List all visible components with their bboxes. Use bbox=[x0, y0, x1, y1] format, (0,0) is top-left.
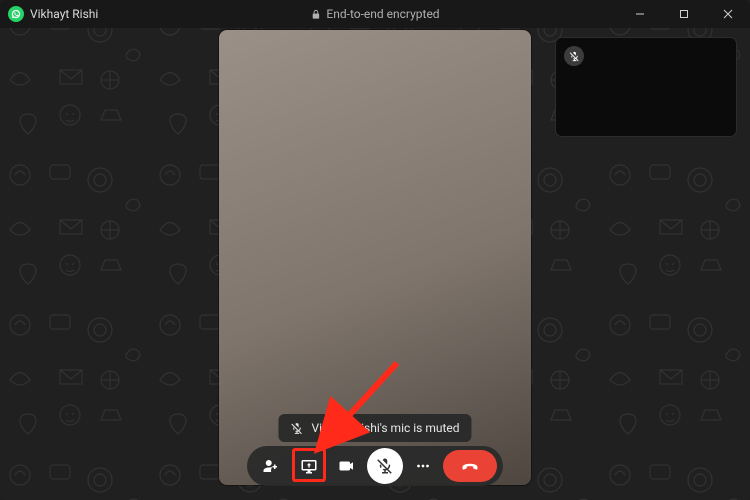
titlebar-left: Vikhayt Rishi bbox=[0, 6, 98, 22]
contact-name: Vikhayt Rishi bbox=[30, 7, 98, 21]
whatsapp-logo-icon bbox=[8, 6, 24, 22]
end-call-button[interactable] bbox=[443, 450, 497, 482]
call-window: Vikhayt Rishi End-to-end encrypted Vikha… bbox=[0, 0, 750, 500]
window-controls bbox=[618, 0, 750, 28]
lock-icon bbox=[310, 9, 321, 20]
add-participant-button[interactable] bbox=[253, 450, 289, 482]
mic-muted-toast: Vikhayt Rishi's mic is muted bbox=[278, 414, 471, 442]
maximize-button[interactable] bbox=[662, 0, 706, 28]
mic-muted-icon bbox=[290, 422, 303, 435]
encryption-indicator: End-to-end encrypted bbox=[310, 7, 439, 21]
toggle-mic-button[interactable] bbox=[367, 448, 403, 484]
toast-text: Vikhayt Rishi's mic is muted bbox=[311, 421, 459, 435]
minimize-button[interactable] bbox=[618, 0, 662, 28]
call-controls bbox=[247, 446, 503, 486]
self-preview[interactable] bbox=[556, 38, 736, 136]
share-screen-button[interactable] bbox=[291, 450, 327, 482]
self-mic-muted-icon bbox=[564, 46, 584, 66]
encryption-label: End-to-end encrypted bbox=[326, 7, 439, 21]
more-options-button[interactable] bbox=[405, 450, 441, 482]
toggle-video-button[interactable] bbox=[329, 450, 365, 482]
titlebar: Vikhayt Rishi End-to-end encrypted bbox=[0, 0, 750, 28]
close-button[interactable] bbox=[706, 0, 750, 28]
